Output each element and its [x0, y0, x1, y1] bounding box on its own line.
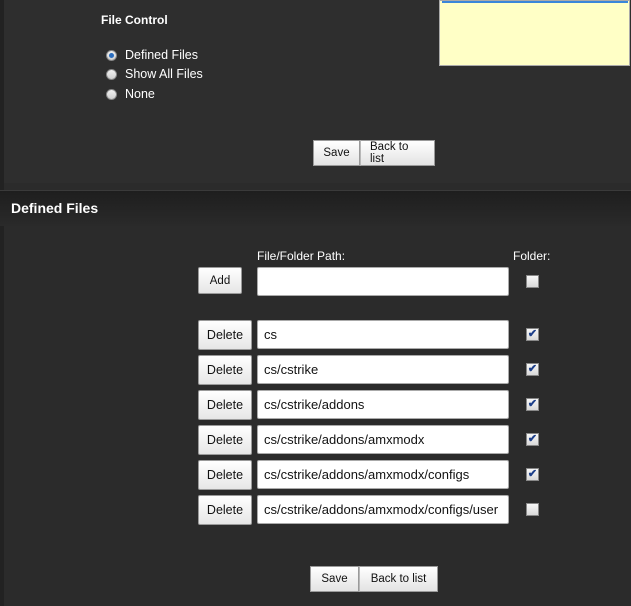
left-edge-divider	[0, 0, 4, 606]
path-input[interactable]: cs/cstrike/addons/amxmodx	[257, 425, 509, 454]
back-to-list-button[interactable]: Back to list	[360, 140, 435, 166]
radio-label: None	[125, 87, 155, 101]
new-path-input[interactable]	[257, 267, 509, 296]
save-button[interactable]: Save	[310, 566, 359, 592]
back-to-list-button[interactable]: Back to list	[359, 566, 438, 592]
save-button[interactable]: Save	[313, 140, 360, 166]
folder-checkbox[interactable]	[526, 503, 539, 516]
folder-checkbox-checked[interactable]: ✔	[526, 363, 539, 376]
selected-line-highlight	[442, 1, 628, 3]
defined-files-title: Defined Files	[11, 200, 99, 216]
delete-button[interactable]: Delete	[198, 425, 252, 455]
path-input[interactable]: cs/cstrike/addons	[257, 390, 509, 419]
path-input[interactable]: cs/cstrike/addons/amxmodx/configs	[257, 460, 509, 489]
path-input[interactable]: cs/cstrike/addons/amxmodx/configs/user	[257, 495, 509, 524]
radio-button[interactable]	[106, 88, 117, 100]
file-control-actions: Save Back to list	[313, 140, 435, 166]
radio-label: Defined Files	[125, 48, 198, 62]
folder-checkbox-checked[interactable]: ✔	[526, 398, 539, 411]
radio-show-all-files[interactable]: Show All Files	[106, 66, 203, 82]
new-folder-checkbox[interactable]	[526, 275, 539, 288]
add-button[interactable]: Add	[198, 267, 242, 294]
folder-column-label: Folder:	[513, 249, 551, 263]
notes-textarea[interactable]	[439, 0, 630, 66]
radio-defined-files[interactable]: Defined Files	[106, 47, 198, 63]
delete-button[interactable]: Delete	[198, 320, 252, 350]
path-column-label: File/Folder Path:	[257, 249, 346, 263]
radio-button[interactable]	[106, 68, 117, 80]
delete-button[interactable]: Delete	[198, 390, 252, 420]
path-input[interactable]: cs/cstrike	[257, 355, 509, 384]
radio-button-checked[interactable]	[106, 49, 117, 61]
defined-files-actions: Save Back to list	[310, 566, 438, 592]
folder-checkbox-checked[interactable]: ✔	[526, 433, 539, 446]
folder-checkbox-checked[interactable]: ✔	[526, 328, 539, 341]
defined-files-header: Defined Files	[0, 190, 631, 226]
folder-checkbox-checked[interactable]: ✔	[526, 468, 539, 481]
radio-label: Show All Files	[125, 67, 203, 81]
radio-none[interactable]: None	[106, 86, 155, 102]
file-control-title: File Control	[101, 13, 168, 27]
path-input[interactable]: cs	[257, 320, 509, 349]
delete-button[interactable]: Delete	[198, 495, 252, 525]
delete-button[interactable]: Delete	[198, 355, 252, 385]
delete-button[interactable]: Delete	[198, 460, 252, 490]
